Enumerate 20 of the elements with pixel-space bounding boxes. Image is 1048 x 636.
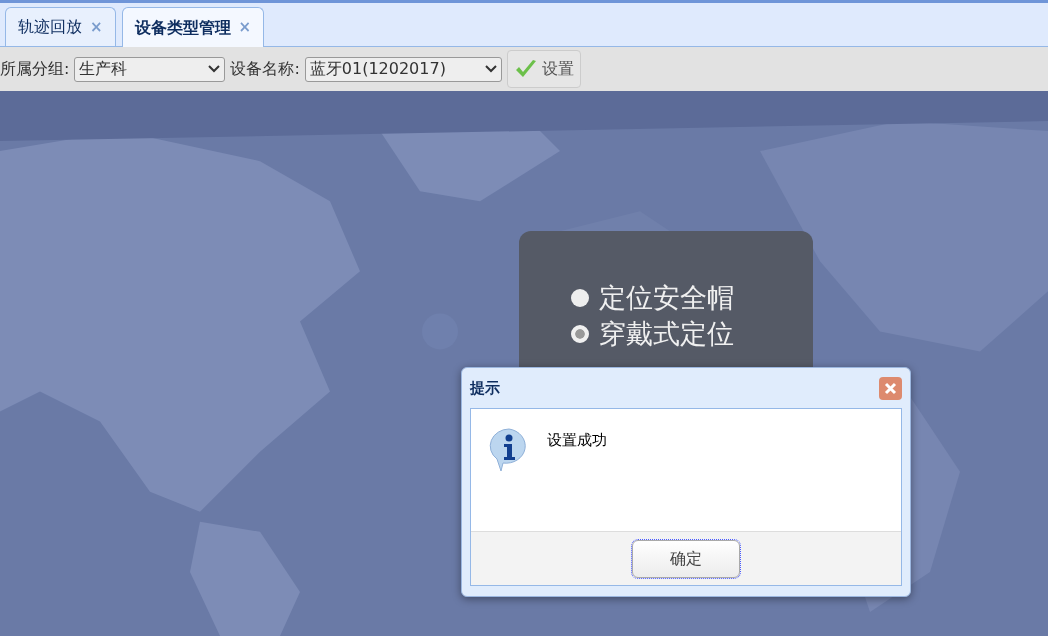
set-button[interactable]: 设置 [506,50,581,88]
dialog-title: 提示 [470,377,500,399]
radio-option[interactable]: 定位安全帽 [571,281,734,315]
group-label: 所属分组: [0,58,70,80]
device-label: 设备名称: [230,58,300,80]
ok-button[interactable]: 确定 [632,539,740,578]
tab-label: 设备类型管理 [134,16,231,39]
group-select[interactable]: 生产科 [74,56,226,82]
device-select[interactable]: 蓝牙01(1202017) [304,56,502,82]
tab[interactable]: 设备类型管理 × [121,7,265,47]
radio-button[interactable] [571,325,589,343]
radio-button[interactable] [571,289,589,307]
radio-option[interactable]: 穿戴式定位 [571,317,734,351]
close-icon [884,381,897,395]
caret-icon [208,65,221,73]
dialog-message: 设置成功 [547,430,607,451]
caret-icon [484,65,497,73]
close-button[interactable] [879,376,902,400]
tab[interactable]: 轨迹回放 × [5,7,116,46]
tab-label: 轨迹回放 [18,16,82,38]
